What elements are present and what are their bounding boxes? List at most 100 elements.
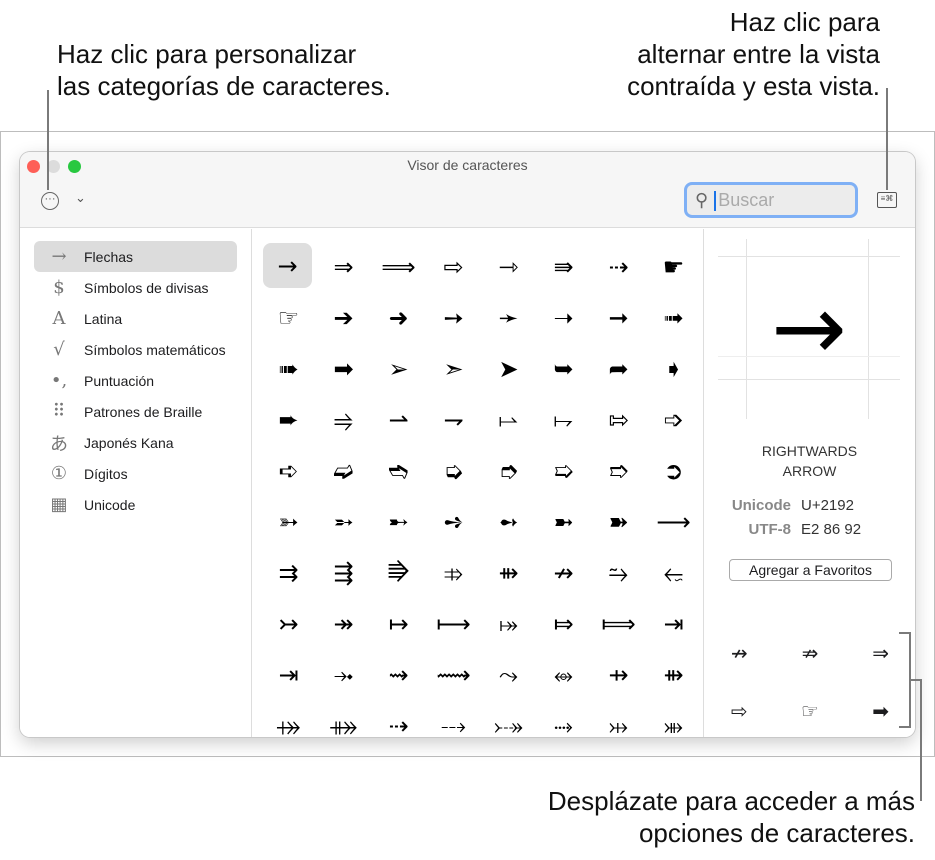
character-cell[interactable]: ⭋	[646, 547, 701, 598]
character-cell[interactable]: ⇉	[261, 547, 316, 598]
character-cell[interactable]: ⇢	[591, 241, 646, 292]
character-cell[interactable]: ⇶	[316, 547, 371, 598]
character-cell[interactable]: ⇛	[536, 241, 591, 292]
sidebar-item-japonés-kana[interactable]: あ Japonés Kana	[34, 427, 237, 458]
character-cell[interactable]: ➸	[371, 496, 426, 547]
character-cell[interactable]: ⇾	[481, 241, 536, 292]
character-cell[interactable]: ⤑	[536, 700, 591, 738]
character-cell[interactable]: ⥛	[481, 394, 536, 445]
sidebar-item-latina[interactable]: A Latina	[34, 303, 237, 334]
character-cell[interactable]: ⇸	[591, 649, 646, 700]
character-cell[interactable]: ➣	[426, 343, 481, 394]
character-cell[interactable]: ➬	[371, 445, 426, 496]
sidebar-item-unicode[interactable]: ▦ Unicode	[34, 489, 237, 520]
character-cell[interactable]: ⟿	[426, 649, 481, 700]
character-cell[interactable]: ⥲	[591, 547, 646, 598]
character-cell[interactable]: ⇝	[371, 649, 426, 700]
character-cell[interactable]: ⤅	[481, 598, 536, 649]
sidebar-item-patrones-de-braille[interactable]: ⠿ Patrones de Braille	[34, 396, 237, 427]
character-cell[interactable]: ↣	[261, 598, 316, 649]
character-cell[interactable]: ⤐	[481, 700, 536, 738]
character-cell[interactable]: ⥟	[536, 394, 591, 445]
character-cell[interactable]: ⇥	[261, 649, 316, 700]
character-cell[interactable]: ⤳	[481, 649, 536, 700]
character-cell[interactable]: ➛	[481, 292, 536, 343]
character-cell[interactable]: →	[263, 243, 312, 288]
character-cell[interactable]: ➳	[261, 496, 316, 547]
character-cell[interactable]: ⤃	[426, 547, 481, 598]
character-cell[interactable]: ➟	[646, 292, 701, 343]
character-cell[interactable]: ➫	[316, 445, 371, 496]
character-cell[interactable]: ⤔	[591, 700, 646, 738]
character-cell[interactable]: ➯	[536, 445, 591, 496]
unicode-value: U+2192	[801, 497, 854, 514]
sidebar-item-flechas[interactable]: → Flechas	[34, 241, 237, 272]
favorite-character[interactable]: ↛	[704, 624, 775, 682]
character-cell[interactable]: ➝	[536, 292, 591, 343]
sidebar-item-símbolos-de-divisas[interactable]: $ Símbolos de divisas	[34, 272, 237, 303]
character-cell[interactable]: ⤏	[426, 700, 481, 738]
character-cell[interactable]: ⇻	[646, 649, 701, 700]
character-cell[interactable]: ➜	[371, 292, 426, 343]
favorite-character[interactable]: ☞	[775, 682, 846, 737]
search-input[interactable]: ⚲ Buscar	[684, 182, 858, 218]
character-cell[interactable]: ⇀	[371, 394, 426, 445]
character-cell[interactable]: ➦	[591, 343, 646, 394]
character-cell[interactable]: ⤞	[316, 649, 371, 700]
character-cell[interactable]: ➧	[646, 343, 701, 394]
character-cell[interactable]: ⇻	[481, 547, 536, 598]
character-cell[interactable]: ➡	[316, 343, 371, 394]
favorite-character[interactable]: ⇏	[775, 624, 846, 682]
character-cell[interactable]: ⟶	[646, 496, 701, 547]
character-cell[interactable]: ⥈	[536, 649, 591, 700]
character-cell[interactable]: ➭	[426, 445, 481, 496]
character-cell[interactable]: ↠	[316, 598, 371, 649]
character-cell[interactable]: ➻	[481, 496, 536, 547]
character-cell[interactable]: ⇒	[316, 241, 371, 292]
character-cell[interactable]: ➲	[646, 445, 701, 496]
add-to-favorites-button[interactable]: Agregar a Favoritos	[729, 559, 892, 581]
character-cell[interactable]: ↦	[371, 598, 426, 649]
character-cell[interactable]: ☞	[261, 292, 316, 343]
character-cell[interactable]: ➽	[591, 496, 646, 547]
character-cell[interactable]: ⟹	[371, 241, 426, 292]
character-cell[interactable]: ⟼	[426, 598, 481, 649]
character-cell[interactable]: ⇁	[426, 394, 481, 445]
character-cell[interactable]: ⇨	[426, 241, 481, 292]
character-cell[interactable]: ⇥	[646, 598, 701, 649]
character-cell[interactable]: ➢	[371, 343, 426, 394]
character-cell[interactable]: ➨	[261, 394, 316, 445]
character-cell[interactable]: ➼	[536, 496, 591, 547]
character-cell[interactable]: ➺	[426, 496, 481, 547]
sidebar-item-dígitos[interactable]: ① Dígitos	[34, 458, 237, 489]
favorite-character[interactable]: ➡	[845, 682, 915, 737]
character-cell[interactable]: ⤁	[316, 700, 371, 738]
character-cell[interactable]: ⤀	[261, 700, 316, 738]
favorite-character[interactable]: ⇨	[704, 682, 775, 737]
character-cell[interactable]: ⤕	[646, 700, 701, 738]
character-cell[interactable]: ⟾	[591, 598, 646, 649]
character-cell[interactable]: ➠	[261, 343, 316, 394]
character-cell[interactable]: ➩	[646, 394, 701, 445]
character-cell[interactable]: ☛	[646, 241, 701, 292]
character-cell[interactable]: ⇰	[591, 394, 646, 445]
character-cell[interactable]: ⤇	[536, 598, 591, 649]
toggle-view-icon[interactable]: ≡⌘	[877, 192, 897, 208]
character-cell[interactable]: ➵	[316, 496, 371, 547]
character-cell[interactable]: ➪	[261, 445, 316, 496]
character-cell[interactable]: ⭆	[371, 547, 426, 598]
character-cell[interactable]: ⇢	[371, 700, 426, 738]
character-cell[interactable]: ➔	[316, 292, 371, 343]
sidebar-item-símbolos-matemáticos[interactable]: √ Símbolos matemáticos	[34, 334, 237, 365]
character-cell[interactable]: ➮	[481, 445, 536, 496]
character-cell[interactable]: ↛	[536, 547, 591, 598]
character-cell[interactable]: ➥	[536, 343, 591, 394]
chevron-down-icon[interactable]: ⌄	[75, 190, 86, 206]
character-cell[interactable]: ➙	[426, 292, 481, 343]
character-cell[interactable]: ➞	[591, 292, 646, 343]
character-cell[interactable]: ⥤	[316, 394, 371, 445]
sidebar-item-puntuación[interactable]: •, Puntuación	[34, 365, 237, 396]
more-options-icon[interactable]: ···	[41, 192, 59, 210]
character-cell[interactable]: ➱	[591, 445, 646, 496]
character-cell[interactable]: ➤	[481, 343, 536, 394]
